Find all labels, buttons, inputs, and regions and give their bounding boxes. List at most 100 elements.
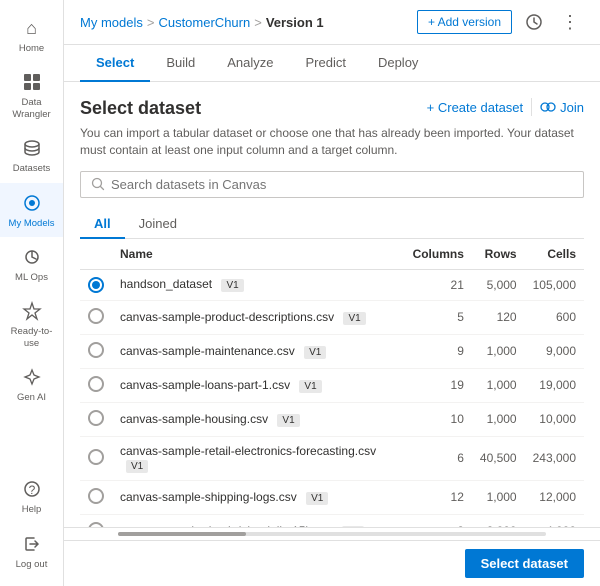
breadcrumb-sep1: > [147,15,155,30]
join-icon [540,99,556,115]
sub-tabs: All Joined [80,210,584,239]
table-row[interactable]: canvas-sample-product-descriptions.csv V… [80,300,584,334]
version-badge: V1 [304,346,326,359]
row-rows-2: 1,000 [472,334,525,368]
footer: Select dataset [64,540,600,586]
sidebar-item-help[interactable]: ? Help [0,469,63,523]
create-dataset-button[interactable]: + Create dataset [427,100,523,115]
row-cells-5: 243,000 [525,436,584,480]
row-radio-3[interactable] [80,368,112,402]
sidebar-item-ready-to-use[interactable]: Ready-to-use [0,291,63,357]
content-area: Select dataset + Create dataset Join You… [64,82,600,527]
row-name-3: canvas-sample-loans-part-1.csv V1 [112,368,405,402]
add-version-button[interactable]: + Add version [417,10,512,34]
add-version-label: + Add version [428,15,501,29]
breadcrumb-version: Version 1 [266,15,324,30]
version-badge: V1 [343,312,365,325]
radio-button[interactable] [88,342,104,358]
table-row[interactable]: canvas-sample-retail-electronics-forecas… [80,436,584,480]
sub-tab-joined[interactable]: Joined [125,210,191,239]
row-rows-4: 1,000 [472,402,525,436]
row-columns-1: 5 [405,300,472,334]
more-options-button[interactable]: ⋮ [556,8,584,36]
sidebar-item-home[interactable]: ⌂ Home [0,8,63,62]
description-text: You can import a tabular dataset or choo… [80,125,584,159]
row-radio-2[interactable] [80,334,112,368]
col-header-radio [80,239,112,270]
row-radio-0[interactable] [80,269,112,300]
sidebar: ⌂ Home Data Wrangler Datasets My Models … [0,0,64,586]
radio-button[interactable] [88,277,104,293]
sidebar-item-my-models[interactable]: My Models [0,183,63,237]
page-title: Select dataset [80,98,201,119]
sidebar-item-label: My Models [9,218,55,229]
search-bar [80,171,584,198]
tab-predict[interactable]: Predict [289,45,361,82]
sidebar-item-log-out[interactable]: Log out [0,524,63,578]
row-name-4: canvas-sample-housing.csv V1 [112,402,405,436]
sidebar-item-label: Gen AI [17,392,46,403]
sub-tab-all[interactable]: All [80,210,125,239]
header-actions: + Create dataset Join [427,98,584,116]
scroll-track [118,532,547,536]
row-cells-6: 12,000 [525,480,584,514]
tab-select[interactable]: Select [80,45,150,82]
row-radio-1[interactable] [80,300,112,334]
ml-ops-icon [20,245,44,269]
radio-button[interactable] [88,410,104,426]
table-row[interactable]: canvas-sample-shipping-logs.csv V1 12 1,… [80,480,584,514]
sidebar-item-label: Ready-to-use [4,326,59,349]
row-radio-4[interactable] [80,402,112,436]
tab-deploy[interactable]: Deploy [362,45,434,82]
gen-ai-icon [20,365,44,389]
row-rows-0: 5,000 [472,269,525,300]
row-cells-0: 105,000 [525,269,584,300]
row-radio-5[interactable] [80,436,112,480]
row-rows-3: 1,000 [472,368,525,402]
sidebar-item-datasets[interactable]: Datasets [0,128,63,182]
select-dataset-label: Select dataset [481,556,568,571]
sidebar-item-label: Data Wrangler [4,97,59,120]
select-dataset-button[interactable]: Select dataset [465,549,584,578]
join-button[interactable]: Join [540,99,584,115]
row-cells-3: 19,000 [525,368,584,402]
radio-button[interactable] [88,488,104,504]
table-row[interactable]: handson_dataset V1 21 5,000 105,000 [80,269,584,300]
history-button[interactable] [520,8,548,36]
row-name-1: canvas-sample-product-descriptions.csv V… [112,300,405,334]
radio-button[interactable] [88,376,104,392]
sidebar-item-ml-ops[interactable]: ML Ops [0,237,63,291]
radio-button[interactable] [88,449,104,465]
horizontal-scrollbar[interactable] [64,527,600,540]
row-radio-6[interactable] [80,480,112,514]
table-row[interactable]: canvas-sample-housing.csv V1 10 1,000 10… [80,402,584,436]
radio-button[interactable] [88,308,104,324]
sidebar-item-data-wrangler[interactable]: Data Wrangler [0,62,63,128]
row-name-2: canvas-sample-maintenance.csv V1 [112,334,405,368]
breadcrumb-my-models[interactable]: My models [80,15,143,30]
table-row[interactable]: canvas-sample-maintenance.csv V1 9 1,000… [80,334,584,368]
row-name-5: canvas-sample-retail-electronics-forecas… [112,436,405,480]
table-row[interactable]: canvas-sample-loans-part-1.csv V1 19 1,0… [80,368,584,402]
col-header-columns: Columns [405,239,472,270]
row-columns-3: 19 [405,368,472,402]
tab-build[interactable]: Build [150,45,211,82]
main-content: My models > CustomerChurn > Version 1 + … [64,0,600,586]
breadcrumb-customer-churn[interactable]: CustomerChurn [158,15,250,30]
join-label: Join [560,100,584,115]
help-icon: ? [20,477,44,501]
table-header-row: Name Columns Rows Cells [80,239,584,270]
search-icon [91,177,105,191]
more-icon: ⋮ [561,12,579,33]
version-badge: V1 [277,414,299,427]
search-input[interactable] [111,177,573,192]
log-out-icon [20,532,44,556]
version-badge: V1 [299,380,321,393]
home-icon: ⌂ [20,16,44,40]
table-row[interactable]: canvas-sample-databricks-dolly-15k.csv V… [80,514,584,527]
row-radio-7[interactable] [80,514,112,527]
tab-analyze[interactable]: Analyze [211,45,289,82]
sidebar-item-label: Home [19,43,44,54]
sidebar-item-gen-ai[interactable]: Gen AI [0,357,63,411]
row-name-0: handson_dataset V1 [112,269,405,300]
